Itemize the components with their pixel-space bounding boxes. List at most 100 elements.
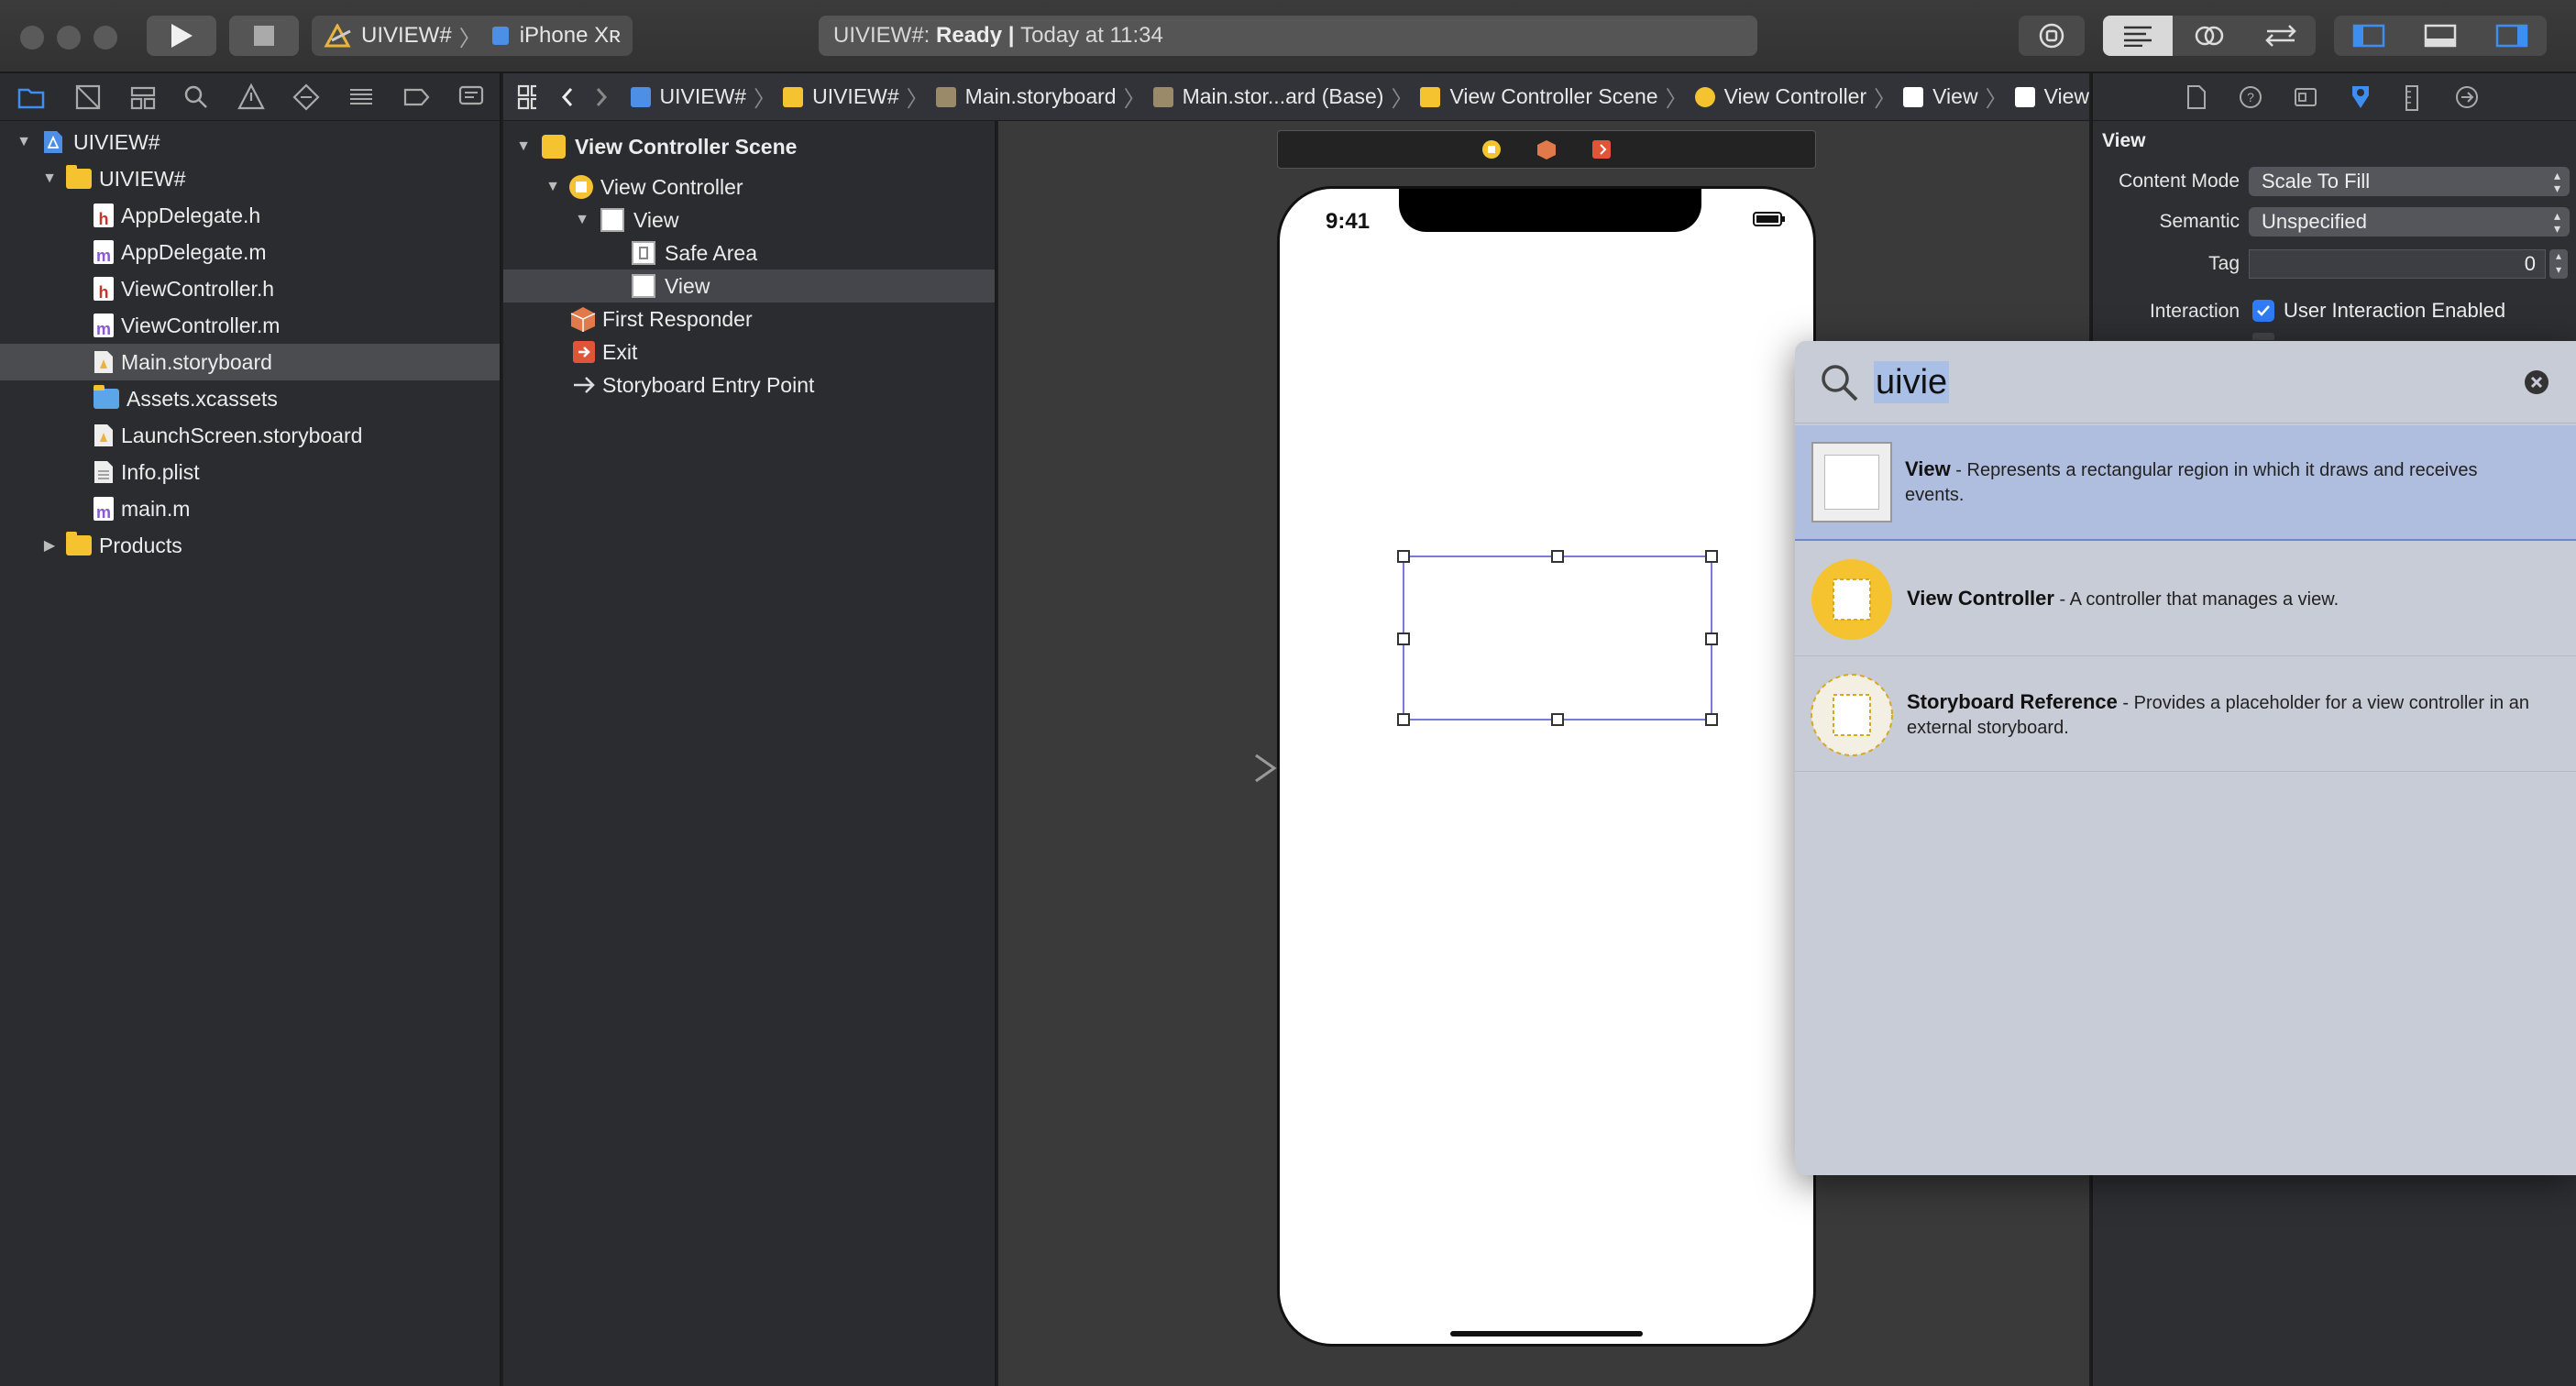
toggle-debug-area-button[interactable] <box>2405 16 2475 56</box>
outline-item-scene[interactable]: ▼ View Controller Scene <box>503 130 995 163</box>
tree-item-assets[interactable]: Assets.xcassets <box>0 380 500 417</box>
breadcrumb-scene[interactable]: View Controller Scene 〉 <box>1420 81 1694 113</box>
close-window-button[interactable] <box>20 26 44 50</box>
source-control-navigator-icon[interactable] <box>73 82 103 112</box>
outline-item-view[interactable]: ▼ View <box>503 204 995 236</box>
view-controller-icon[interactable] <box>1481 138 1503 160</box>
resize-handle-top-left[interactable] <box>1397 550 1410 563</box>
tag-stepper[interactable]: ▴ ▾ <box>2549 249 2568 279</box>
help-inspector-icon[interactable]: ? <box>2238 84 2263 110</box>
tree-item-info-plist[interactable]: Info.plist <box>0 454 500 490</box>
disclosure-expanded-icon[interactable]: ▼ <box>514 138 533 155</box>
outline-item-exit[interactable]: Exit <box>503 336 995 368</box>
related-items-grid-icon[interactable] <box>516 83 536 111</box>
breadcrumb-project[interactable]: UIVIEW# 〉 <box>630 81 784 113</box>
device-icon <box>491 27 509 45</box>
asset-catalog-icon <box>94 385 119 409</box>
breakpoint-navigator-icon[interactable] <box>402 82 431 112</box>
activity-time: Today at 11:34 <box>1020 23 1163 48</box>
breadcrumb-storyboard[interactable]: Main.storyboard 〉 <box>935 81 1153 113</box>
resize-handle-top[interactable] <box>1551 550 1564 563</box>
breadcrumb-view[interactable]: View 〉 <box>1903 81 2014 113</box>
breadcrumb-view-controller[interactable]: View Controller 〉 <box>1694 81 1904 113</box>
tree-item-main-m[interactable]: m main.m <box>0 490 500 527</box>
iphone-device-frame: 9:41 <box>1277 186 1816 1347</box>
find-navigator-icon[interactable] <box>182 82 211 112</box>
issue-navigator-icon[interactable] <box>237 82 266 112</box>
tree-item-viewcontroller-h[interactable]: h ViewController.h <box>0 270 500 307</box>
library-button[interactable] <box>2019 16 2085 56</box>
library-item-storyboard-reference[interactable]: Storyboard Reference - Provides a placeh… <box>1795 658 2576 772</box>
run-button[interactable] <box>147 16 216 56</box>
clear-search-icon[interactable] <box>2523 368 2550 396</box>
assistant-editor-button[interactable] <box>2174 16 2244 56</box>
tag-field[interactable]: 0 <box>2249 249 2546 279</box>
debug-navigator-icon[interactable] <box>347 82 376 112</box>
disclosure-expanded-icon[interactable]: ▼ <box>15 134 33 150</box>
exit-icon[interactable] <box>1591 138 1613 160</box>
outline-item-label: View <box>633 207 679 232</box>
tree-item-appdelegate-h[interactable]: h AppDelegate.h <box>0 197 500 234</box>
play-icon <box>171 24 193 48</box>
version-editor-button[interactable] <box>2246 16 2316 56</box>
library-search-input[interactable]: uivie <box>1874 360 1950 403</box>
toggle-navigator-button[interactable] <box>2334 16 2404 56</box>
standard-editor-button[interactable] <box>2103 16 2173 56</box>
size-inspector-icon[interactable] <box>2403 84 2421 112</box>
resize-handle-bottom-right[interactable] <box>1705 713 1718 726</box>
resize-handle-right[interactable] <box>1705 632 1718 645</box>
view-icon <box>1903 86 1924 107</box>
breadcrumb-group[interactable]: UIVIEW# 〉 <box>783 81 936 113</box>
resize-handle-top-right[interactable] <box>1705 550 1718 563</box>
outline-item-subview[interactable]: View <box>503 270 995 302</box>
tree-item-group-uiview[interactable]: ▼ UIVIEW# <box>0 160 500 197</box>
tree-item-viewcontroller-m[interactable]: m ViewController.m <box>0 307 500 344</box>
identity-inspector-icon[interactable] <box>2293 84 2318 110</box>
outline-item-view-controller[interactable]: ▼ View Controller <box>503 170 995 204</box>
first-responder-cube-icon[interactable] <box>1536 138 1558 160</box>
report-navigator-icon[interactable] <box>457 82 486 112</box>
resize-handle-bottom[interactable] <box>1551 713 1564 726</box>
outline-item-label: First Responder <box>602 306 753 331</box>
test-navigator-icon[interactable] <box>292 82 321 112</box>
selected-uiview[interactable] <box>1397 550 1718 726</box>
outline-item-first-responder[interactable]: First Responder <box>503 302 995 336</box>
tree-item-products[interactable]: ▶ Products <box>0 527 500 564</box>
back-chevron-icon[interactable] <box>556 83 572 111</box>
library-item-view-controller[interactable]: View Controller - A controller that mana… <box>1795 543 2576 656</box>
disclosure-expanded-icon[interactable]: ▼ <box>573 212 591 228</box>
toggle-inspector-button[interactable] <box>2477 16 2547 56</box>
tree-item-launchscreen[interactable]: LaunchScreen.storyboard <box>0 417 500 454</box>
outline-item-safe-area[interactable]: Safe Area <box>503 236 995 270</box>
disclosure-expanded-icon[interactable]: ▼ <box>544 179 562 195</box>
entry-point-arrow[interactable] <box>1146 752 1279 785</box>
resize-handle-left[interactable] <box>1397 632 1410 645</box>
tree-item-main-storyboard[interactable]: Main.storyboard <box>0 344 500 380</box>
connections-inspector-icon[interactable] <box>2454 84 2480 110</box>
tree-item-project[interactable]: ▼ UIVIEW# <box>0 124 500 160</box>
scheme-selector[interactable]: UIVIEW# 〉 iPhone Xʀ <box>312 16 633 56</box>
content-mode-popup[interactable]: Scale To Fill ▴ ▾ <box>2249 167 2570 196</box>
symbol-navigator-icon[interactable] <box>128 82 158 112</box>
disclosure-expanded-icon[interactable]: ▼ <box>40 170 59 187</box>
breadcrumb-subview[interactable]: View <box>2014 81 2089 113</box>
stop-button[interactable] <box>229 16 299 56</box>
breadcrumb-storyboard-base[interactable]: Main.stor...ard (Base) 〉 <box>1152 81 1421 113</box>
home-indicator <box>1450 1331 1643 1336</box>
library-item-view[interactable]: View - Represents a rectangular region i… <box>1795 425 2576 541</box>
outline-item-label: Exit <box>602 339 638 364</box>
user-interaction-checkbox[interactable] <box>2252 300 2274 322</box>
scheme-name: UIVIEW# <box>361 23 452 48</box>
forward-chevron-icon[interactable] <box>590 83 607 111</box>
attributes-inspector-icon[interactable] <box>2347 82 2374 112</box>
tree-item-appdelegate-m[interactable]: m AppDelegate.m <box>0 234 500 270</box>
outline-item-entry-point[interactable]: Storyboard Entry Point <box>503 368 995 402</box>
folder-navigator-icon[interactable] <box>17 82 46 112</box>
device-notch <box>1399 189 1701 232</box>
file-inspector-icon[interactable] <box>2185 84 2208 110</box>
semantic-popup[interactable]: Unspecified ▴ ▾ <box>2249 207 2570 236</box>
zoom-window-button[interactable] <box>94 26 117 50</box>
minimize-window-button[interactable] <box>57 26 81 50</box>
disclosure-collapsed-icon[interactable]: ▶ <box>40 536 59 555</box>
resize-handle-bottom-left[interactable] <box>1397 713 1410 726</box>
